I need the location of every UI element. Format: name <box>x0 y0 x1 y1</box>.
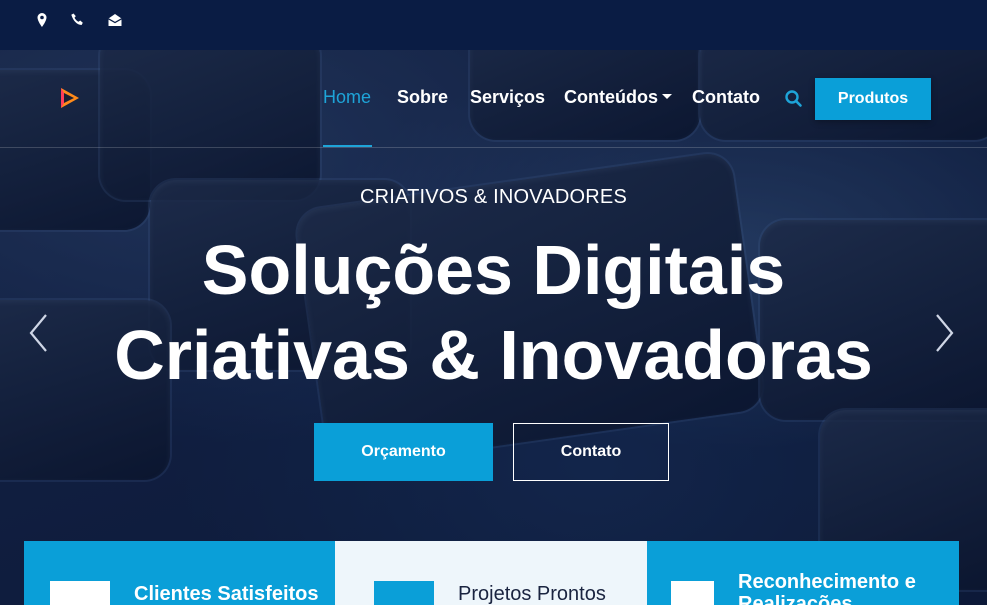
feature-label: Clientes Satisfeitos <box>134 583 319 605</box>
feature-box-clientes: Clientes Satisfeitos <box>24 541 335 605</box>
feature-box-projetos: Projetos Prontos <box>335 541 647 605</box>
feature-label: Projetos Prontos <box>458 583 606 605</box>
logo-icon[interactable] <box>58 86 82 110</box>
hero-headline-line-1: Soluções Digitais <box>201 231 786 309</box>
feature-icon-box <box>671 581 714 605</box>
top-bar <box>0 0 987 50</box>
nav-link-conteudos-label: Conteúdos <box>564 87 658 107</box>
caret-down-icon <box>662 93 672 99</box>
carousel-next-arrow-icon[interactable] <box>933 312 957 354</box>
feature-box-reconhecimento: Reconhecimento e Realizações <box>647 541 959 605</box>
search-icon[interactable] <box>784 89 804 109</box>
nav-link-sobre[interactable]: Sobre <box>397 87 448 108</box>
envelope-open-icon[interactable] <box>107 12 123 28</box>
feature-label: Reconhecimento e Realizações <box>738 571 916 605</box>
nav-link-conteudos[interactable]: Conteúdos <box>564 87 672 108</box>
phone-icon[interactable] <box>70 12 86 28</box>
feature-icon-box <box>50 581 110 605</box>
nav-link-servicos[interactable]: Serviços <box>470 87 545 108</box>
feature-icon-box <box>374 581 434 605</box>
contato-button[interactable]: Contato <box>513 423 669 481</box>
orcamento-button[interactable]: Orçamento <box>314 423 493 481</box>
nav-link-home[interactable]: Home <box>323 87 371 108</box>
active-nav-indicator <box>323 145 372 147</box>
map-pin-icon[interactable] <box>34 12 50 28</box>
nav-link-contato[interactable]: Contato <box>692 87 760 108</box>
hero-subtitle: CRIATIVOS & INOVADORES <box>359 186 628 208</box>
produtos-button[interactable]: Produtos <box>815 78 931 120</box>
carousel-prev-arrow-icon[interactable] <box>26 312 50 354</box>
hero-headline-line-2: Criativas & Inovadoras <box>114 316 873 394</box>
navbar: Home Sobre Serviços Conteúdos Contato Pr… <box>0 50 987 148</box>
